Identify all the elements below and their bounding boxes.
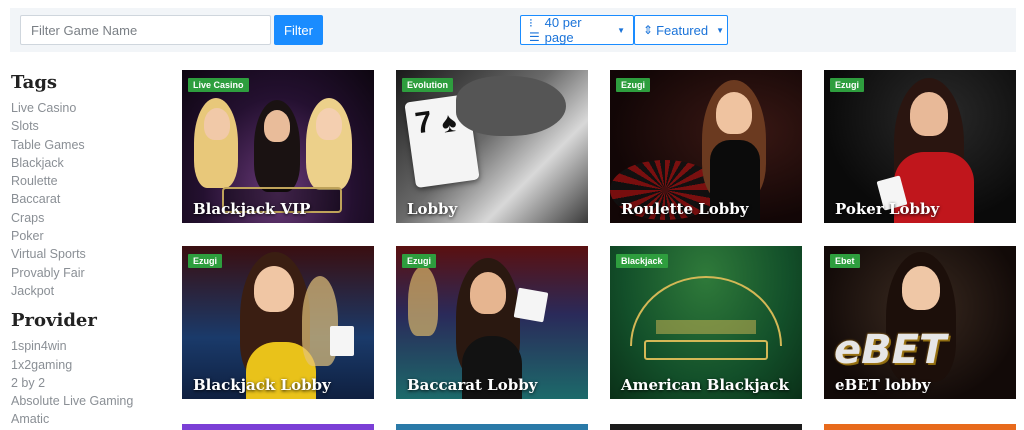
- game-title: Roulette Lobby: [621, 200, 749, 218]
- list-numbered-icon: ⁝☰: [529, 16, 540, 44]
- game-provider-tag: Ezugi: [616, 78, 650, 92]
- tag-link[interactable]: Roulette: [11, 172, 161, 190]
- game-card[interactable]: Ezugi Blackjack Lobby: [182, 246, 374, 399]
- provider-list: 1spin4win 1x2gaming 2 by 2 Absolute Live Ga…: [11, 337, 161, 428]
- game-provider-tag: Ezugi: [830, 78, 864, 92]
- game-card[interactable]: [824, 424, 1016, 430]
- game-title: eBET lobby: [835, 376, 931, 394]
- filter-bar: Filter ⁝☰ 40 per page ▼ ⇕ Featured ▼: [10, 8, 1016, 52]
- caret-down-icon: ▼: [617, 25, 625, 35]
- provider-link[interactable]: Absolute Live Gaming: [11, 392, 161, 410]
- provider-heading: Provider: [11, 310, 97, 332]
- tag-link[interactable]: Craps: [11, 209, 161, 227]
- game-card[interactable]: Ezugi Poker Lobby: [824, 70, 1016, 223]
- game-title: Blackjack Lobby: [193, 376, 331, 394]
- provider-link[interactable]: 1spin4win: [11, 337, 161, 355]
- game-provider-tag: Ebet: [830, 254, 860, 268]
- tag-link[interactable]: Provably Fair: [11, 264, 161, 282]
- game-title: Blackjack VIP: [193, 200, 311, 218]
- tag-list: Live Casino Slots Table Games Blackjack Roul…: [11, 99, 161, 300]
- tag-link[interactable]: Table Games: [11, 136, 161, 154]
- sort-dropdown[interactable]: ⇕ Featured ▼: [634, 15, 728, 45]
- game-provider-tag: Ezugi: [402, 254, 436, 268]
- game-title: Lobby: [407, 200, 458, 218]
- provider-link[interactable]: 2 by 2: [11, 374, 161, 392]
- game-provider-tag: Blackjack: [616, 254, 668, 268]
- game-provider-tag: Ezugi: [188, 254, 222, 268]
- provider-link[interactable]: 1x2gaming: [11, 356, 161, 374]
- game-card[interactable]: Ezugi Baccarat Lobby: [396, 246, 588, 399]
- game-card[interactable]: [182, 424, 374, 430]
- tag-link[interactable]: Baccarat: [11, 190, 161, 208]
- game-provider-tag: Evolution: [402, 78, 453, 92]
- caret-down-icon: ▼: [716, 25, 725, 35]
- filter-button[interactable]: Filter: [274, 15, 323, 45]
- tag-link[interactable]: Virtual Sports: [11, 245, 161, 263]
- tag-link[interactable]: Jackpot: [11, 282, 161, 300]
- per-page-dropdown[interactable]: ⁝☰ 40 per page ▼: [520, 15, 634, 45]
- tag-link[interactable]: Slots: [11, 117, 161, 135]
- tag-link[interactable]: Blackjack: [11, 154, 161, 172]
- game-card[interactable]: Ezugi Roulette Lobby: [610, 70, 802, 223]
- game-card[interactable]: Blackjack American Blackjack: [610, 246, 802, 399]
- sidebar: Tags Live Casino Slots Table Games Blackjac…: [11, 70, 161, 430]
- game-title: Poker Lobby: [835, 200, 940, 218]
- sort-label: Featured: [656, 22, 709, 38]
- game-title: American Blackjack: [621, 376, 789, 394]
- game-card[interactable]: [396, 424, 588, 430]
- game-card[interactable]: [610, 424, 802, 430]
- game-card[interactable]: eBET Ebet eBET lobby: [824, 246, 1016, 399]
- game-title: Baccarat Lobby: [407, 376, 538, 394]
- game-card[interactable]: 7 ♠ Evolution Lobby: [396, 70, 588, 223]
- tags-heading: Tags: [11, 72, 58, 93]
- tag-link[interactable]: Poker: [11, 227, 161, 245]
- tag-link[interactable]: Live Casino: [11, 99, 161, 117]
- provider-link[interactable]: Amatic: [11, 410, 161, 428]
- sort-icon: ⇕: [643, 23, 653, 37]
- game-card[interactable]: Live Casino Blackjack VIP: [182, 70, 374, 223]
- per-page-label: 40 per page: [544, 15, 582, 45]
- game-provider-tag: Live Casino: [188, 78, 249, 92]
- search-input[interactable]: [20, 15, 271, 45]
